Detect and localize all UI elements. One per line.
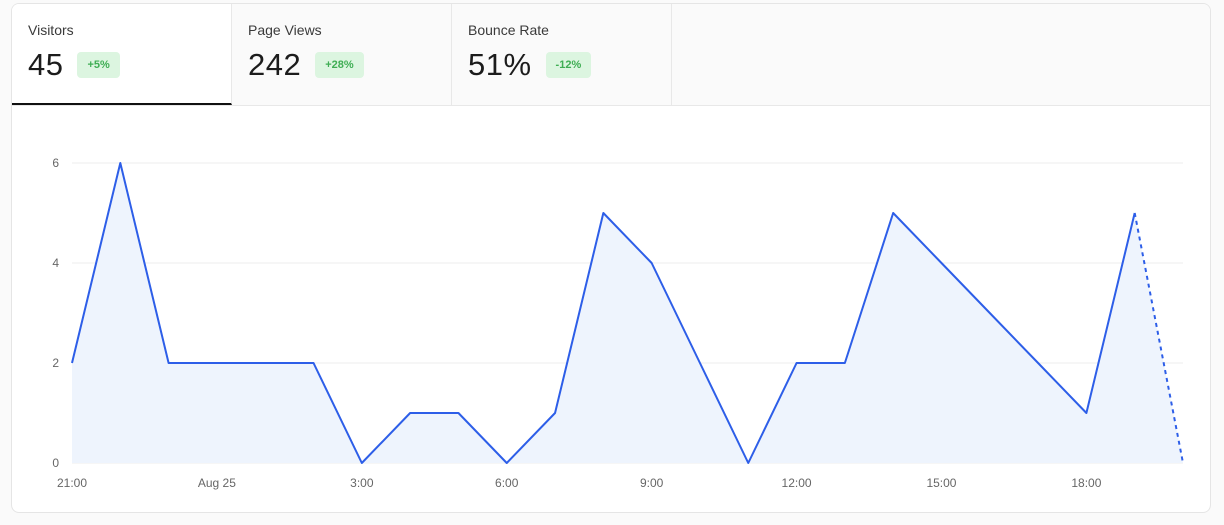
visitors-chart: 0 2 4 6 21:00 Aug 25 3:00 6:00 9:00 12:00 15:00 18:… — [52, 156, 1185, 490]
data-point — [1084, 411, 1088, 415]
data-point — [456, 411, 460, 415]
tab-value: 45 — [28, 47, 64, 82]
tab-visitors[interactable]: Visitors 45 +5% — [12, 4, 232, 105]
data-point — [312, 361, 316, 365]
x-tick-label: Aug 25 — [198, 476, 236, 490]
y-tick-label: 0 — [52, 456, 59, 470]
y-tick-label: 6 — [52, 156, 59, 170]
data-point — [505, 461, 509, 465]
tab-bounce-rate[interactable]: Bounce Rate 51% -12% — [452, 4, 672, 105]
data-point — [939, 261, 943, 265]
data-point — [1036, 361, 1040, 365]
tab-label: Page Views — [248, 22, 322, 38]
x-tick-label: 15:00 — [926, 476, 956, 490]
tab-label: Visitors — [28, 22, 74, 38]
metric-tabs: Visitors 45 +5% Page Views 242 +28% Boun… — [12, 4, 1210, 106]
data-point — [601, 211, 605, 215]
data-point — [553, 411, 557, 415]
data-point — [263, 361, 267, 365]
change-badge: +5% — [77, 52, 120, 78]
data-point — [1133, 211, 1137, 215]
data-point — [1181, 461, 1185, 465]
x-tick-label: 6:00 — [495, 476, 519, 490]
data-point — [698, 361, 702, 365]
tab-value: 51% — [468, 47, 532, 82]
data-point — [408, 411, 412, 415]
tab-value: 242 — [248, 47, 302, 82]
data-point — [360, 461, 364, 465]
x-tick-label: 21:00 — [57, 476, 87, 490]
x-tick-label: 3:00 — [350, 476, 374, 490]
tab-page-views[interactable]: Page Views 242 +28% — [232, 4, 452, 105]
y-tick-label: 2 — [52, 356, 59, 370]
series-area — [72, 163, 1183, 463]
data-point — [118, 161, 122, 165]
data-point — [746, 461, 750, 465]
data-point — [891, 211, 895, 215]
y-tick-label: 4 — [52, 256, 59, 270]
analytics-card: Visitors 45 +5% Page Views 242 +28% Boun… — [11, 3, 1211, 513]
data-point — [167, 361, 171, 365]
data-point — [70, 361, 74, 365]
data-point — [988, 311, 992, 315]
change-badge: +28% — [315, 52, 364, 78]
tab-label: Bounce Rate — [468, 22, 549, 38]
x-tick-label: 12:00 — [782, 476, 812, 490]
change-badge: -12% — [545, 52, 592, 78]
x-tick-label: 18:00 — [1071, 476, 1101, 490]
data-point — [843, 361, 847, 365]
x-tick-label: 9:00 — [640, 476, 664, 490]
data-point — [650, 261, 654, 265]
data-point — [215, 361, 219, 365]
data-point — [795, 361, 799, 365]
